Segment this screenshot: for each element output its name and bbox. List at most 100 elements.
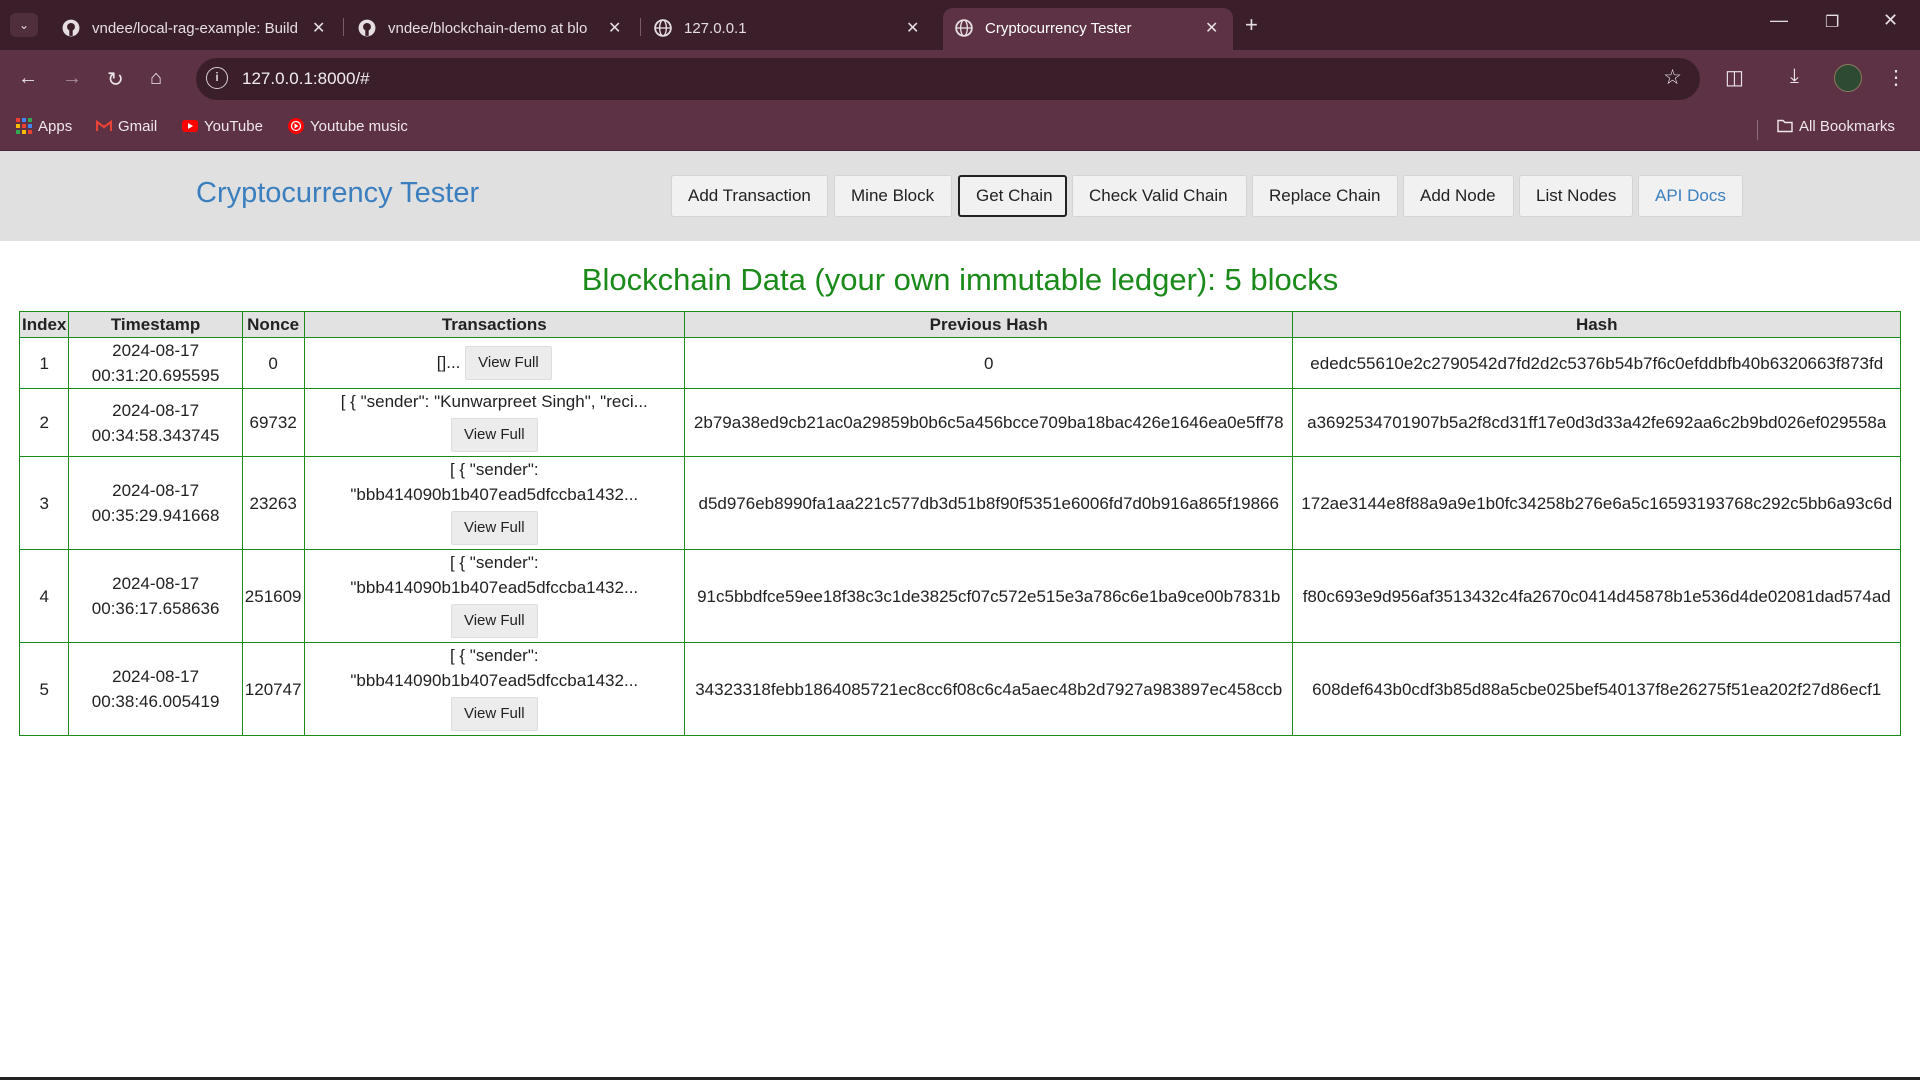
view-full-button[interactable]: View Full — [450, 511, 538, 545]
col-header-hash: Hash — [1292, 311, 1901, 338]
api-docs-button[interactable]: API Docs — [1638, 175, 1743, 217]
timestamp-date: 2024-08-17 — [112, 574, 200, 593]
new-tab-plus-icon[interactable]: + — [1245, 12, 1258, 38]
app-navbar: Cryptocurrency Tester Add Transaction Mi… — [0, 151, 1920, 241]
address-bar[interactable]: i 127.0.0.1:8000/# ☆ — [196, 58, 1700, 100]
cell-nonce: 120747 — [241, 642, 305, 736]
extensions-icon[interactable]: ◫ — [1725, 65, 1744, 90]
bookmark-label: Gmail — [118, 118, 158, 135]
table-row: 5 2024-08-17 00:38:46.005419 120747 [ { "… — [18, 642, 1901, 736]
cell-nonce: 23263 — [241, 456, 305, 550]
back-arrow-icon[interactable]: ← — [18, 67, 38, 90]
table-header-row: Index Timestamp Nonce Transactions Previ… — [18, 311, 1901, 338]
tab-title: vndee/blockchain-demo at blo — [388, 20, 588, 37]
add-node-button[interactable]: Add Node — [1403, 175, 1514, 217]
transactions-preview-cont: "bbb414090b1b407ead5dfccba1432... — [350, 485, 639, 504]
bookmark-youtube[interactable]: YouTube — [182, 118, 263, 135]
transactions-preview: []... — [436, 353, 461, 373]
view-full-button[interactable]: View Full — [450, 418, 538, 452]
all-bookmarks[interactable]: All Bookmarks — [1777, 118, 1895, 135]
cell-nonce: 251609 — [241, 549, 305, 643]
bookmark-star-icon[interactable]: ☆ — [1663, 65, 1682, 90]
add-transaction-button[interactable]: Add Transaction — [671, 175, 828, 217]
view-full-button[interactable]: View Full — [450, 604, 538, 638]
cell-hash: ededc55610e2c2790542d7fd2d2c5376b54b7f6c… — [1292, 337, 1901, 389]
apps-grid-icon — [16, 118, 32, 134]
cell-transactions: [ { "sender": "Kunwarpreet Singh", "reci… — [303, 388, 686, 457]
cell-index: 2 — [18, 388, 70, 457]
replace-chain-button[interactable]: Replace Chain — [1252, 175, 1398, 217]
minimize-icon[interactable]: — — [1770, 10, 1788, 31]
tab-local-rag[interactable]: vndee/local-rag-example: Build ✕ — [50, 8, 340, 50]
transactions-preview-cont: "bbb414090b1b407ead5dfccba1432... — [350, 578, 639, 597]
window-close-icon[interactable]: ✕ — [1883, 10, 1898, 31]
close-icon[interactable]: ✕ — [1205, 18, 1218, 38]
kebab-menu-icon[interactable]: ⋮ — [1886, 65, 1906, 90]
bookmark-gmail[interactable]: Gmail — [96, 118, 157, 135]
transactions-preview: [ { "sender": — [449, 553, 539, 572]
transactions-preview-cont: "bbb414090b1b407ead5dfccba1432... — [350, 671, 639, 690]
bookmark-separator — [1757, 120, 1758, 140]
cell-timestamp: 2024-08-17 00:35:29.941668 — [68, 456, 243, 550]
site-info-icon[interactable]: i — [206, 67, 228, 89]
bookmark-label: Apps — [38, 118, 73, 135]
cell-index: 4 — [18, 549, 70, 643]
chevron-down-icon: ⌄ — [18, 18, 30, 32]
github-icon — [358, 19, 376, 37]
table-row: 1 2024-08-17 00:31:20.695595 0 []... View… — [18, 337, 1901, 389]
tab-title: 127.0.0.1 — [684, 20, 747, 37]
col-header-index: Index — [18, 311, 70, 338]
timestamp-time: 00:38:46.005419 — [91, 692, 220, 711]
bookmark-apps[interactable]: Apps — [16, 118, 72, 135]
transactions-preview: [ { "sender": "Kunwarpreet Singh", "reci… — [340, 392, 648, 411]
tab-cryptocurrency-tester[interactable]: Cryptocurrency Tester ✕ — [943, 8, 1233, 50]
all-bookmarks-label: All Bookmarks — [1799, 118, 1895, 135]
cell-hash: f80c693e9d956af3513432c4fa2670c0414d4587… — [1292, 549, 1901, 643]
cell-transactions: [ { "sender": "bbb414090b1b407ead5dfccba1… — [303, 642, 686, 736]
close-icon[interactable]: ✕ — [608, 18, 621, 38]
tab-localhost[interactable]: 127.0.0.1 ✕ — [642, 8, 932, 50]
download-icon[interactable]: ⤓ — [1790, 65, 1799, 88]
reload-icon[interactable]: ↻ — [107, 67, 124, 92]
tab-search-button[interactable]: ⌄ — [10, 13, 38, 37]
mine-block-button[interactable]: Mine Block — [834, 175, 952, 217]
view-full-button[interactable]: View Full — [450, 697, 538, 731]
check-valid-chain-button[interactable]: Check Valid Chain — [1072, 175, 1247, 217]
cell-timestamp: 2024-08-17 00:36:17.658636 — [68, 549, 243, 643]
list-nodes-button[interactable]: List Nodes — [1519, 175, 1633, 217]
timestamp-date: 2024-08-17 — [112, 667, 200, 686]
timestamp-time: 00:35:29.941668 — [91, 506, 220, 525]
tab-blockchain-demo[interactable]: vndee/blockchain-demo at blo ✕ — [346, 8, 636, 50]
cell-hash: a3692534701907b5a2f8cd31ff17e0d3d33a42fe… — [1292, 388, 1901, 457]
tab-title: vndee/local-rag-example: Build — [92, 20, 298, 37]
view-full-button[interactable]: View Full — [465, 346, 552, 380]
cell-previous-hash: 34323318febb1864085721ec8cc6f08c6c4a5aec… — [684, 642, 1294, 736]
cell-transactions: []... View Full — [303, 337, 686, 389]
timestamp-date: 2024-08-17 — [112, 341, 200, 360]
transactions-preview: [ { "sender": — [449, 460, 539, 479]
table-row: 4 2024-08-17 00:36:17.658636 251609 [ { "… — [18, 549, 1901, 643]
bookmarks-bar: Apps Gmail YouTube Youtube music All Boo… — [0, 108, 1920, 151]
brand-title[interactable]: Cryptocurrency Tester — [196, 177, 479, 210]
restore-icon[interactable]: ❐ — [1825, 12, 1839, 32]
close-icon[interactable]: ✕ — [906, 18, 919, 38]
get-chain-button[interactable]: Get Chain — [958, 175, 1067, 217]
avatar[interactable] — [1834, 64, 1862, 92]
forward-arrow-icon[interactable]: → — [62, 67, 82, 90]
cell-timestamp: 2024-08-17 00:34:58.343745 — [68, 388, 243, 457]
cell-hash: 172ae3144e8f88a9a9e1b0fc34258b276e6a5c16… — [1292, 456, 1901, 550]
col-header-nonce: Nonce — [241, 311, 305, 338]
home-icon[interactable]: ⌂ — [150, 67, 162, 90]
col-header-previous-hash: Previous Hash — [684, 311, 1294, 338]
cell-transactions: [ { "sender": "bbb414090b1b407ead5dfccba1… — [303, 456, 686, 550]
bookmark-youtube-music[interactable]: Youtube music — [288, 118, 408, 135]
url-text[interactable]: 127.0.0.1:8000/# — [242, 69, 370, 89]
transactions-preview: [ { "sender": — [449, 646, 539, 665]
col-header-transactions: Transactions — [303, 311, 686, 338]
cell-previous-hash: 2b79a38ed9cb21ac0a29859b0b6c5a456bcce709… — [684, 388, 1294, 457]
cell-hash: 608def643b0cdf3b85d88a5cbe025bef540137f8… — [1292, 642, 1901, 736]
tab-separator — [640, 18, 641, 36]
close-icon[interactable]: ✕ — [312, 18, 325, 38]
cell-previous-hash: d5d976eb8990fa1aa221c577db3d51b8f90f5351… — [684, 456, 1294, 550]
bookmark-label: YouTube — [204, 118, 263, 135]
